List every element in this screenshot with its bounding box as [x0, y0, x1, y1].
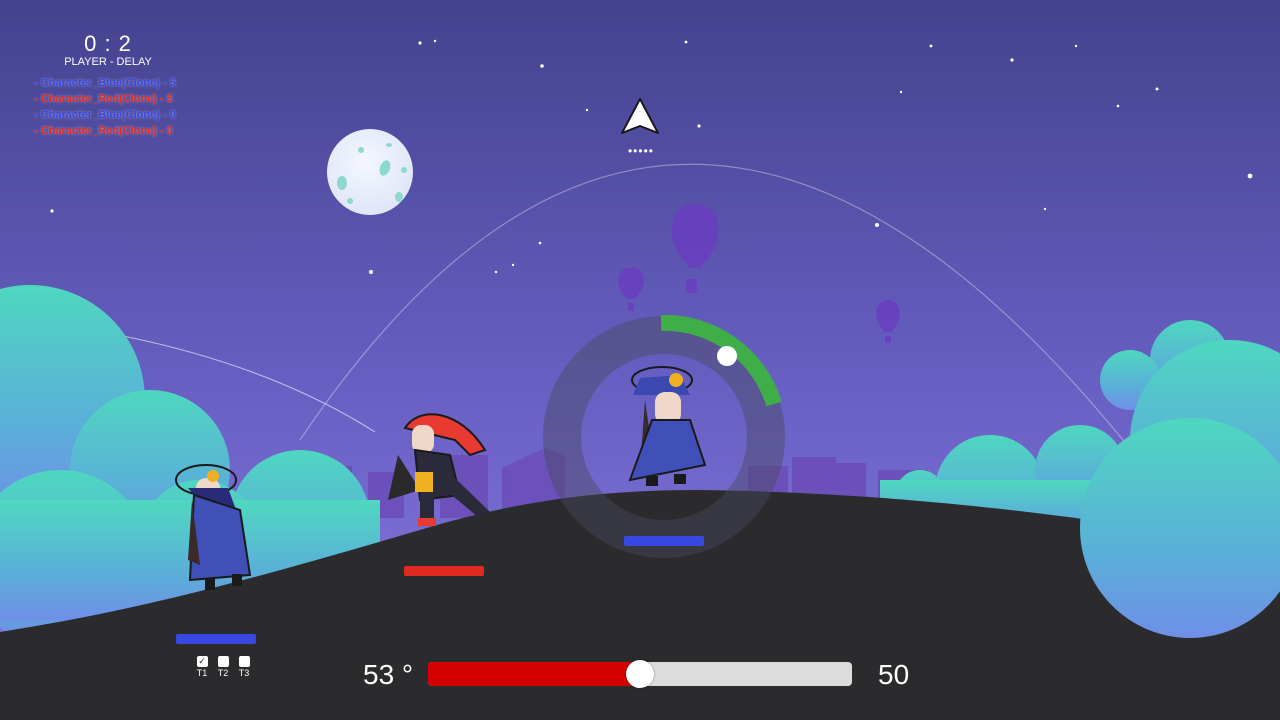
power-slider[interactable]: [428, 660, 852, 688]
angle-readout: 53 °: [363, 659, 414, 690]
turn-label: T3: [238, 668, 250, 678]
score-panel: 0 : 2 PLAYER - DELAY: [60, 31, 156, 69]
checkbox-checked-icon: ✓: [196, 656, 208, 667]
turn-t3-checkbox[interactable]: T3: [236, 656, 252, 678]
moon: [327, 129, 413, 215]
power-slider-fill: [428, 662, 640, 686]
kill-feed-entry: - Character_Blue(Clone) - 5: [34, 77, 176, 89]
kill-feed: - Character_Blue(Clone) - 5 - Character_…: [34, 75, 176, 139]
turn-label: T1: [196, 668, 208, 678]
health-bar-blue-left: [176, 634, 256, 644]
aim-handle[interactable]: [717, 346, 737, 366]
health-bar-red: [404, 566, 484, 576]
turn-t1-checkbox[interactable]: ✓ T1: [194, 656, 210, 678]
turn-label: T2: [217, 668, 229, 678]
checkbox-icon: [217, 656, 229, 667]
kill-feed-entry: - Character_Red(Clone) - 0: [34, 125, 173, 137]
checkbox-icon: [238, 656, 250, 667]
mode-label: PLAYER - DELAY: [64, 56, 152, 68]
score-display: 0 : 2: [84, 31, 132, 56]
power-slider-thumb[interactable]: [626, 660, 654, 688]
power-readout: 50: [878, 659, 910, 690]
turn-t2-checkbox[interactable]: T2: [215, 656, 231, 678]
kill-feed-entry: - Character_Red(Clone) - 5: [34, 93, 173, 105]
kill-feed-entry: - Character_Blue(Clone) - 0: [34, 109, 176, 121]
game-scene: [0, 0, 1280, 720]
health-bar-blue-right: [624, 536, 704, 546]
aim-indicator-dots: •••••: [627, 144, 654, 158]
